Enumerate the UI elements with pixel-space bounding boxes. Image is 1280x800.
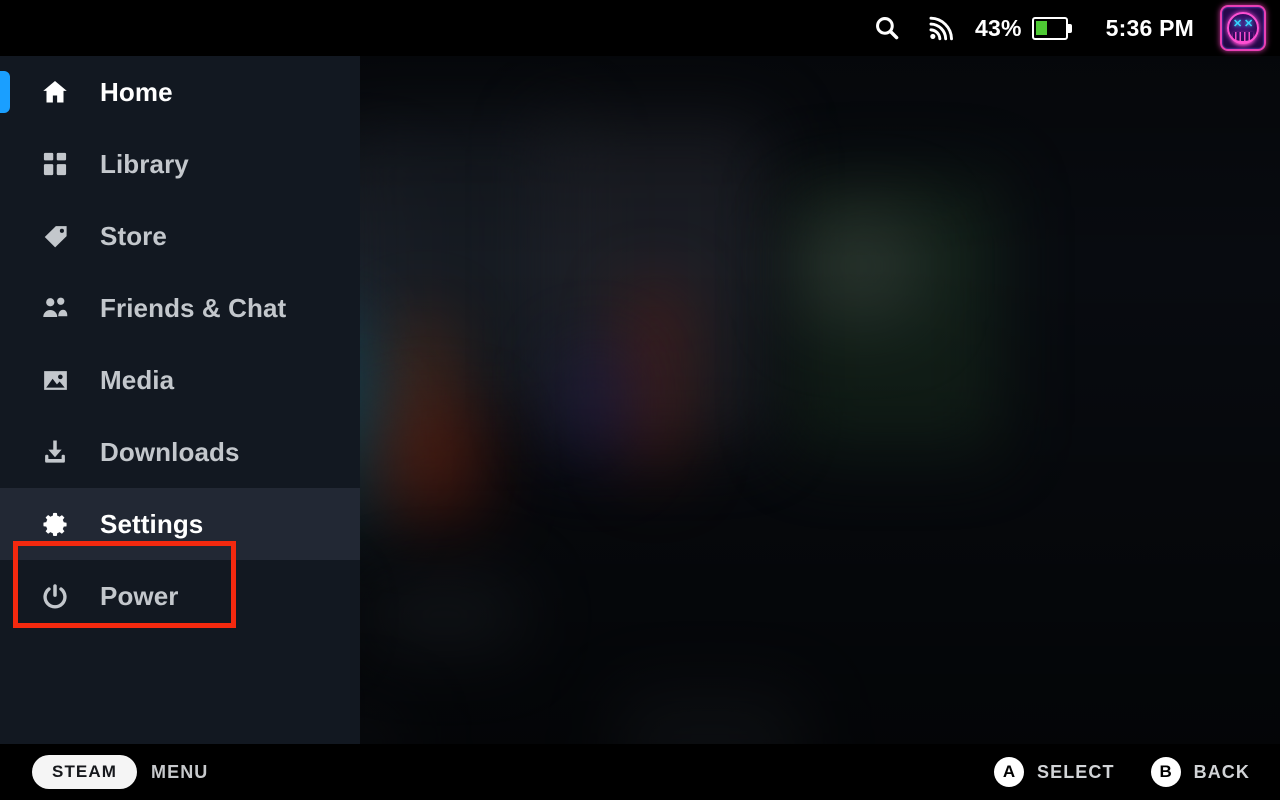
sidebar-item-label: Library: [100, 148, 189, 179]
steam-button-pill[interactable]: STEAM: [32, 755, 137, 789]
power-icon: [32, 573, 78, 619]
sidebar-item-store[interactable]: Store: [0, 200, 360, 272]
sidebar-item-label: Friends & Chat: [100, 292, 287, 323]
sidebar-item-label: Settings: [100, 508, 204, 539]
search-icon[interactable]: [859, 0, 915, 56]
menu-hint-label: MENU: [151, 761, 209, 782]
sidebar-item-media[interactable]: Media: [0, 344, 360, 416]
tag-icon: [32, 213, 78, 259]
sidebar-item-label: Power: [100, 580, 179, 611]
library-icon: [32, 141, 78, 187]
battery-percent-label: 43%: [975, 14, 1022, 41]
avatar[interactable]: ✕ ✕: [1220, 5, 1266, 51]
sidebar-item-label: Store: [100, 220, 167, 251]
sidebar-item-library[interactable]: Library: [0, 128, 360, 200]
battery-status: 43%: [975, 15, 1072, 42]
sidebar-item-downloads[interactable]: Downloads: [0, 416, 360, 488]
footer-hint-bar: STEAM MENU A SELECT B BACK: [0, 744, 1280, 800]
sidebar-item-label: Downloads: [100, 436, 240, 467]
clock-label: 5:36 PM: [1105, 14, 1194, 41]
b-button-icon: B: [1150, 757, 1181, 787]
friends-icon: [32, 285, 78, 331]
main-navigation-sidebar: Home Library Store Friends & Chat Media …: [0, 56, 360, 744]
hint-select[interactable]: A SELECT: [993, 757, 1115, 787]
sidebar-item-settings[interactable]: Settings: [0, 488, 360, 560]
steam-deck-ui-screen: 43% 5:36 PM ✕ ✕ Home Library Store Frien…: [0, 0, 1280, 800]
sidebar-item-friends-chat[interactable]: Friends & Chat: [0, 272, 360, 344]
sidebar-item-label: Media: [100, 364, 175, 395]
hint-back[interactable]: B BACK: [1150, 757, 1250, 787]
home-icon: [32, 69, 78, 115]
a-button-icon: A: [993, 757, 1024, 787]
selection-accent-bar: [0, 71, 10, 113]
sidebar-item-home[interactable]: Home: [0, 56, 360, 128]
wifi-signal-icon[interactable]: [915, 0, 967, 56]
hint-label: SELECT: [1036, 761, 1115, 782]
image-icon: [32, 357, 78, 403]
sidebar-item-power[interactable]: Power: [0, 560, 360, 632]
battery-icon: [1031, 16, 1072, 40]
sidebar-item-label: Home: [100, 76, 173, 107]
status-bar: 43% 5:36 PM ✕ ✕: [0, 0, 1280, 56]
download-icon: [32, 429, 78, 475]
gear-icon: [32, 501, 78, 547]
hint-label: BACK: [1193, 761, 1250, 782]
